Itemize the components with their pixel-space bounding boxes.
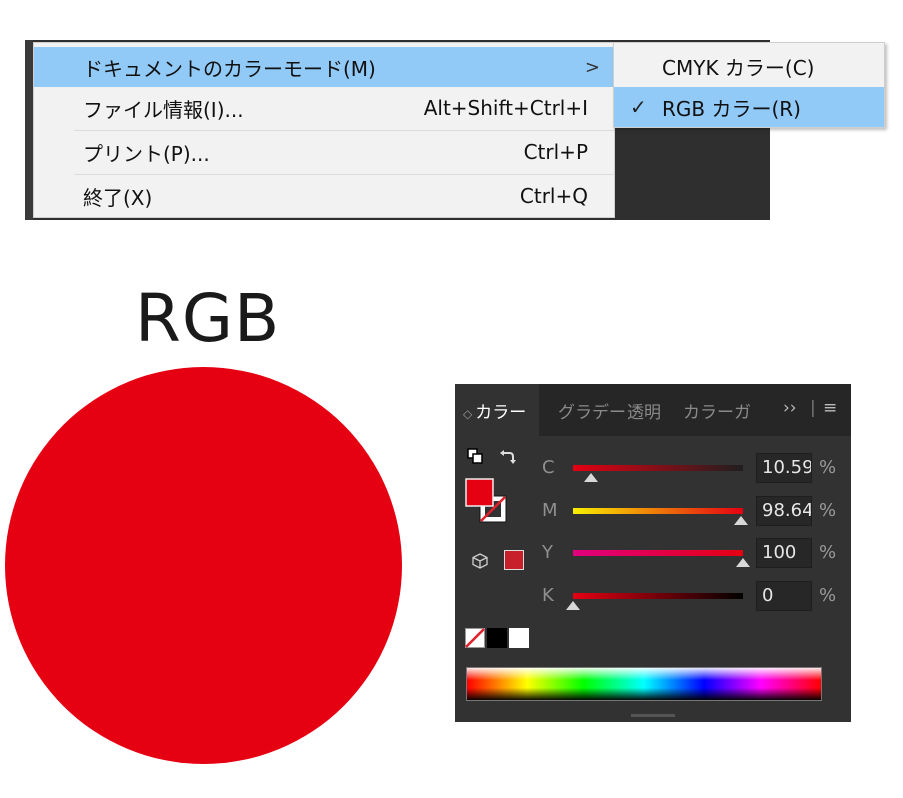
- tab-gradient[interactable]: グラデー: [558, 398, 626, 423]
- channel-slider-y[interactable]: [573, 550, 743, 556]
- tab-color-guide[interactable]: カラーガ: [683, 398, 751, 423]
- channel-value-input-c[interactable]: 10.59: [756, 453, 812, 483]
- menu-item-label: プリント(P)...: [83, 141, 210, 166]
- rgb-heading: RGB: [135, 280, 281, 357]
- slider-thumb-c[interactable]: [584, 473, 599, 482]
- file-menu: ドキュメントのカラーモード(M) > ファイル情報(I)... Alt+Shif…: [33, 42, 615, 218]
- channel-label-c: C: [542, 457, 555, 478]
- channel-value-input-y[interactable]: 100: [756, 538, 812, 568]
- default-fill-stroke-icon[interactable]: [467, 448, 483, 464]
- black-swatch-icon: [487, 628, 507, 648]
- submenu-item-cmyk[interactable]: CMYK カラー(C): [614, 46, 884, 86]
- color-panel: ◇ カラー グラデー 透明 カラーガ ›› | ≡ C 10.59% M 98.…: [455, 384, 851, 722]
- menu-item-shortcut: Ctrl+Q: [519, 184, 588, 208]
- channel-label-y: Y: [542, 542, 553, 563]
- checkmark-icon: ✓: [630, 95, 647, 119]
- channel-label-m: M: [542, 500, 558, 521]
- percent-unit-label: %: [819, 542, 837, 563]
- menu-item-file-info[interactable]: ファイル情報(I)... Alt+Shift+Ctrl+I: [34, 88, 614, 128]
- menu-item-exit[interactable]: 終了(X) Ctrl+Q: [34, 176, 614, 216]
- quick-swatches: [465, 628, 529, 648]
- slider-thumb-y[interactable]: [736, 558, 750, 567]
- menu-item-shortcut: Alt+Shift+Ctrl+I: [423, 96, 588, 120]
- tab-label: カラー: [475, 403, 527, 423]
- color-spectrum-bar[interactable]: [466, 667, 822, 701]
- menu-item-print[interactable]: プリント(P)... Ctrl+P: [34, 132, 614, 172]
- submenu-item-label: RGB カラー(R): [662, 96, 801, 121]
- panel-resize-grip[interactable]: [631, 714, 675, 717]
- menu-item-label: ドキュメントのカラーモード(M): [83, 56, 376, 81]
- app-left-edge: [25, 40, 33, 220]
- menu-item-label: ファイル情報(I)...: [83, 97, 244, 122]
- gamut-color-swatch[interactable]: [504, 550, 524, 570]
- red-circle-swatch: [5, 367, 402, 764]
- percent-unit-label: %: [819, 500, 837, 521]
- tab-transparency[interactable]: 透明: [627, 398, 661, 423]
- menu-screenshot: ドキュメントのカラーモード(M) > ファイル情報(I)... Alt+Shif…: [25, 40, 885, 220]
- panel-menu-icon[interactable]: ≡: [823, 398, 837, 418]
- fill-stroke-swatch-icon[interactable]: [465, 478, 513, 524]
- swap-fill-stroke-icon[interactable]: [499, 448, 517, 466]
- color-mode-submenu: CMYK カラー(C) ✓ RGB カラー(R): [613, 42, 885, 128]
- out-of-gamut-cube-icon[interactable]: [472, 553, 488, 569]
- submenu-arrow-icon: >: [584, 56, 600, 78]
- menu-item-document-color-mode[interactable]: ドキュメントのカラーモード(M) >: [34, 47, 614, 87]
- tab-divider: |: [810, 398, 816, 418]
- none-swatch-icon: [465, 628, 485, 648]
- percent-unit-label: %: [819, 457, 837, 478]
- tab-color[interactable]: ◇ カラー: [463, 398, 526, 423]
- menu-separator: [74, 130, 614, 131]
- channel-value-input-m[interactable]: 98.64: [756, 496, 812, 526]
- channel-label-k: K: [542, 585, 554, 606]
- panel-tab-bar: ◇ カラー グラデー 透明 カラーガ ›› | ≡: [455, 384, 851, 436]
- menu-item-label: 終了(X): [83, 185, 153, 210]
- white-swatch-icon: [509, 628, 529, 648]
- channel-slider-k[interactable]: [573, 593, 743, 599]
- percent-unit-label: %: [819, 585, 837, 606]
- channel-slider-m[interactable]: [573, 508, 743, 514]
- channel-value-input-k[interactable]: 0: [756, 581, 812, 611]
- collapse-toggle-icon: ◇: [463, 407, 473, 421]
- menu-item-shortcut: Ctrl+P: [523, 140, 588, 164]
- channel-slider-c[interactable]: [573, 465, 743, 471]
- submenu-item-label: CMYK カラー(C): [662, 55, 815, 80]
- menu-separator: [74, 174, 614, 175]
- slider-thumb-k[interactable]: [566, 601, 580, 610]
- submenu-item-rgb[interactable]: ✓ RGB カラー(R): [614, 87, 884, 127]
- overflow-tabs-icon[interactable]: ››: [783, 398, 797, 418]
- slider-thumb-m[interactable]: [733, 516, 748, 525]
